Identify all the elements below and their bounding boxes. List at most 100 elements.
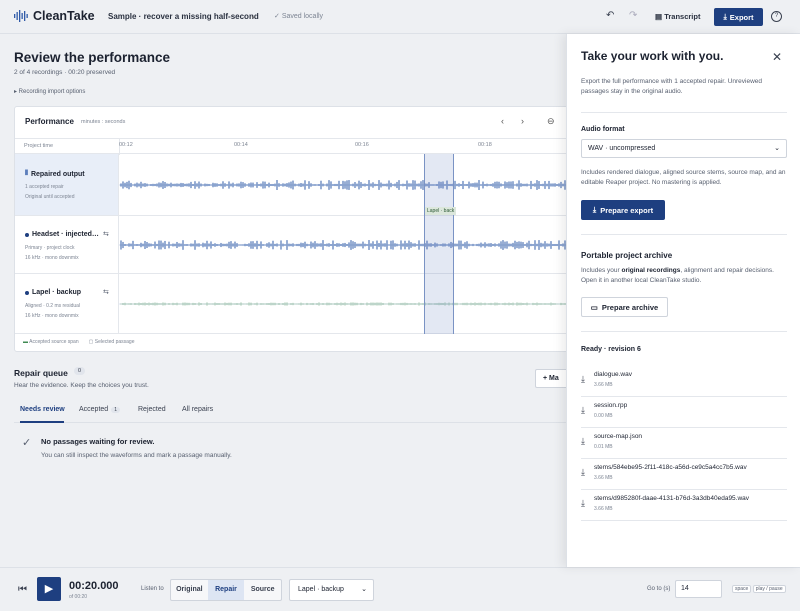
- chevron-right-icon[interactable]: ›: [521, 116, 524, 126]
- empty-state-subtitle: You can still inspect the waveforms and …: [41, 452, 232, 459]
- save-status-text: Saved locally: [281, 13, 324, 20]
- ready-label: Ready · revision 6: [581, 346, 641, 353]
- drawer-title: Take your work with you.: [581, 49, 724, 63]
- legend-accepted: ▬ Accepted source span: [23, 339, 79, 345]
- file-size: 0.00 MB: [594, 413, 613, 419]
- adjust-icon[interactable]: ⇆: [103, 230, 109, 238]
- archive-description: Includes your original recordings, align…: [581, 266, 789, 286]
- play-button[interactable]: ▶: [37, 577, 61, 601]
- chevron-down-icon[interactable]: ⌄: [250, 11, 257, 20]
- track-meta: 16 kHz · mono downmix: [25, 255, 79, 261]
- listen-mode-switch: Original Repair Source: [170, 579, 282, 601]
- tab-badge: 1: [111, 407, 120, 413]
- file-item[interactable]: ⤓ stems/d985280f-daae-4131-b76d-3a3db40ed…: [581, 490, 787, 521]
- file-item[interactable]: ⤓ source-map.json 0.01 MB: [581, 428, 787, 459]
- listen-to-label: Listen to: [141, 586, 164, 592]
- download-icon[interactable]: ⤓: [581, 405, 585, 416]
- waveform[interactable]: [119, 274, 574, 334]
- adjust-icon[interactable]: ⇆: [103, 288, 109, 296]
- tab-needs-review[interactable]: Needs review: [20, 406, 65, 413]
- source-select-value: Lapel · backup: [298, 586, 344, 593]
- track-label: Headset · injected… ⇆ Primary · project …: [15, 216, 119, 273]
- archive-desc-bold: original recordings: [621, 267, 681, 274]
- prepare-archive-button[interactable]: ▭ Prepare archive: [581, 297, 668, 317]
- current-time: 00:20.000: [69, 580, 119, 592]
- goto-input[interactable]: 14: [675, 580, 722, 598]
- kbd-hint-text: play / pause: [752, 585, 786, 593]
- track-name-text: Lapel · backup: [32, 289, 82, 296]
- download-icon[interactable]: ⤓: [581, 374, 585, 385]
- track-meta: 16 kHz · mono downmix: [25, 313, 79, 319]
- redo-icon[interactable]: ↷: [629, 10, 637, 21]
- track-dot-icon: [25, 232, 29, 237]
- audio-format-select[interactable]: WAV · uncompressed ⌄: [581, 139, 787, 158]
- track-dot-icon: [25, 290, 29, 295]
- legend-accepted-text: Accepted source span: [29, 339, 79, 345]
- zoom-icon[interactable]: ⊖: [547, 116, 555, 127]
- tab-accepted[interactable]: Accepted 1: [79, 406, 120, 413]
- file-name: session.rpp: [594, 402, 628, 409]
- track-meta: Original until accepted: [25, 194, 75, 200]
- repair-queue-subtitle: Hear the evidence. Keep the choices you …: [14, 382, 149, 389]
- duration: of 00:20: [69, 594, 88, 600]
- track-name: Lapel · backup: [25, 289, 81, 296]
- time-ruler[interactable]: Project time 00:12 00:14 00:16 00:18: [15, 138, 573, 155]
- file-size: 3.66 MB: [594, 475, 613, 481]
- download-icon[interactable]: ⤓: [581, 498, 585, 509]
- waveform[interactable]: [119, 154, 574, 216]
- app-name: CleanTake: [33, 9, 95, 23]
- waveform[interactable]: [119, 216, 574, 274]
- track-label: Lapel · backup ⇆ Aligned · 0.2 ms residu…: [15, 274, 119, 333]
- track-headset[interactable]: Headset · injected… ⇆ Primary · project …: [15, 216, 574, 274]
- prepare-export-label: Prepare export: [600, 205, 654, 215]
- transcript-button[interactable]: ▤ Transcript: [655, 12, 700, 21]
- performance-title: Performance: [25, 117, 74, 126]
- drawer-intro: Export the full performance with 1 accep…: [581, 78, 763, 95]
- import-options-toggle[interactable]: ▸ Recording import options: [14, 88, 85, 95]
- archive-desc-1: Includes your: [581, 267, 622, 274]
- file-item[interactable]: ⤓ dialogue.wav 3.66 MB: [581, 366, 787, 397]
- mode-original[interactable]: Original: [171, 580, 208, 600]
- download-icon[interactable]: ⤓: [581, 436, 585, 447]
- track-name-text: Repaired output: [30, 170, 85, 178]
- app-logo[interactable]: CleanTake: [14, 9, 95, 23]
- keyboard-hint: space play / pause: [732, 585, 786, 593]
- tab-all-repairs[interactable]: All repairs: [182, 406, 213, 413]
- time-tick: 00:14: [234, 142, 248, 148]
- save-status: ✓ Saved locally: [274, 13, 324, 20]
- skip-back-icon[interactable]: ⏮: [18, 584, 27, 595]
- track-meta: Primary · project clock: [25, 245, 75, 251]
- mode-source[interactable]: Source: [244, 580, 281, 600]
- export-button[interactable]: ⤓ Export: [714, 8, 763, 26]
- transport-bar: ⏮ ▶ 00:20.000 of 00:20 Listen to Origina…: [0, 567, 800, 611]
- prepare-export-button[interactable]: ⤓ Prepare export: [581, 200, 665, 220]
- track-name: Headset · injected…: [25, 231, 99, 238]
- goto-label: Go to (s): [647, 586, 671, 592]
- track-repaired-output[interactable]: ⫴ Repaired output 1 accepted repair Orig…: [15, 154, 574, 216]
- source-select[interactable]: Lapel · backup ⌄: [289, 579, 374, 601]
- help-icon[interactable]: ?: [771, 11, 782, 22]
- folder-icon: ▭: [590, 302, 598, 312]
- tab-rejected[interactable]: Rejected: [138, 406, 166, 413]
- legend-selected: ▢ Selected passage: [88, 339, 135, 345]
- divider: [581, 112, 787, 113]
- chevron-left-icon[interactable]: ‹: [501, 116, 504, 126]
- track-lapel[interactable]: Lapel · backup ⇆ Aligned · 0.2 ms residu…: [15, 274, 574, 334]
- selected-passage[interactable]: [424, 154, 454, 334]
- archive-title: Portable project archive: [581, 251, 673, 260]
- waveform-icon: ⫴: [25, 170, 28, 177]
- repair-queue-title: Repair queue: [14, 368, 68, 378]
- export-label: Export: [729, 12, 754, 22]
- project-time-label: Project time: [24, 143, 54, 149]
- download-icon[interactable]: ⤓: [581, 467, 585, 478]
- close-icon[interactable]: ✕: [772, 50, 782, 64]
- project-name[interactable]: Sample · recover a missing half-second: [108, 12, 259, 21]
- file-item[interactable]: ⤓ stems/584ebe95-2f11-418c-a56d-ce9c5a4cc…: [581, 459, 787, 490]
- track-meta: Aligned · 0.2 ms residual: [25, 303, 81, 309]
- waveform-legend: ▬ Accepted source span ▢ Selected passag…: [23, 339, 135, 345]
- file-item[interactable]: ⤓ session.rpp 0.00 MB: [581, 397, 787, 428]
- undo-icon[interactable]: ↶: [606, 10, 614, 21]
- page-title: Review the performance: [14, 50, 171, 65]
- page-subtitle: 2 of 4 recordings · 00:20 preserved: [14, 69, 116, 76]
- mode-repair[interactable]: Repair: [207, 580, 245, 600]
